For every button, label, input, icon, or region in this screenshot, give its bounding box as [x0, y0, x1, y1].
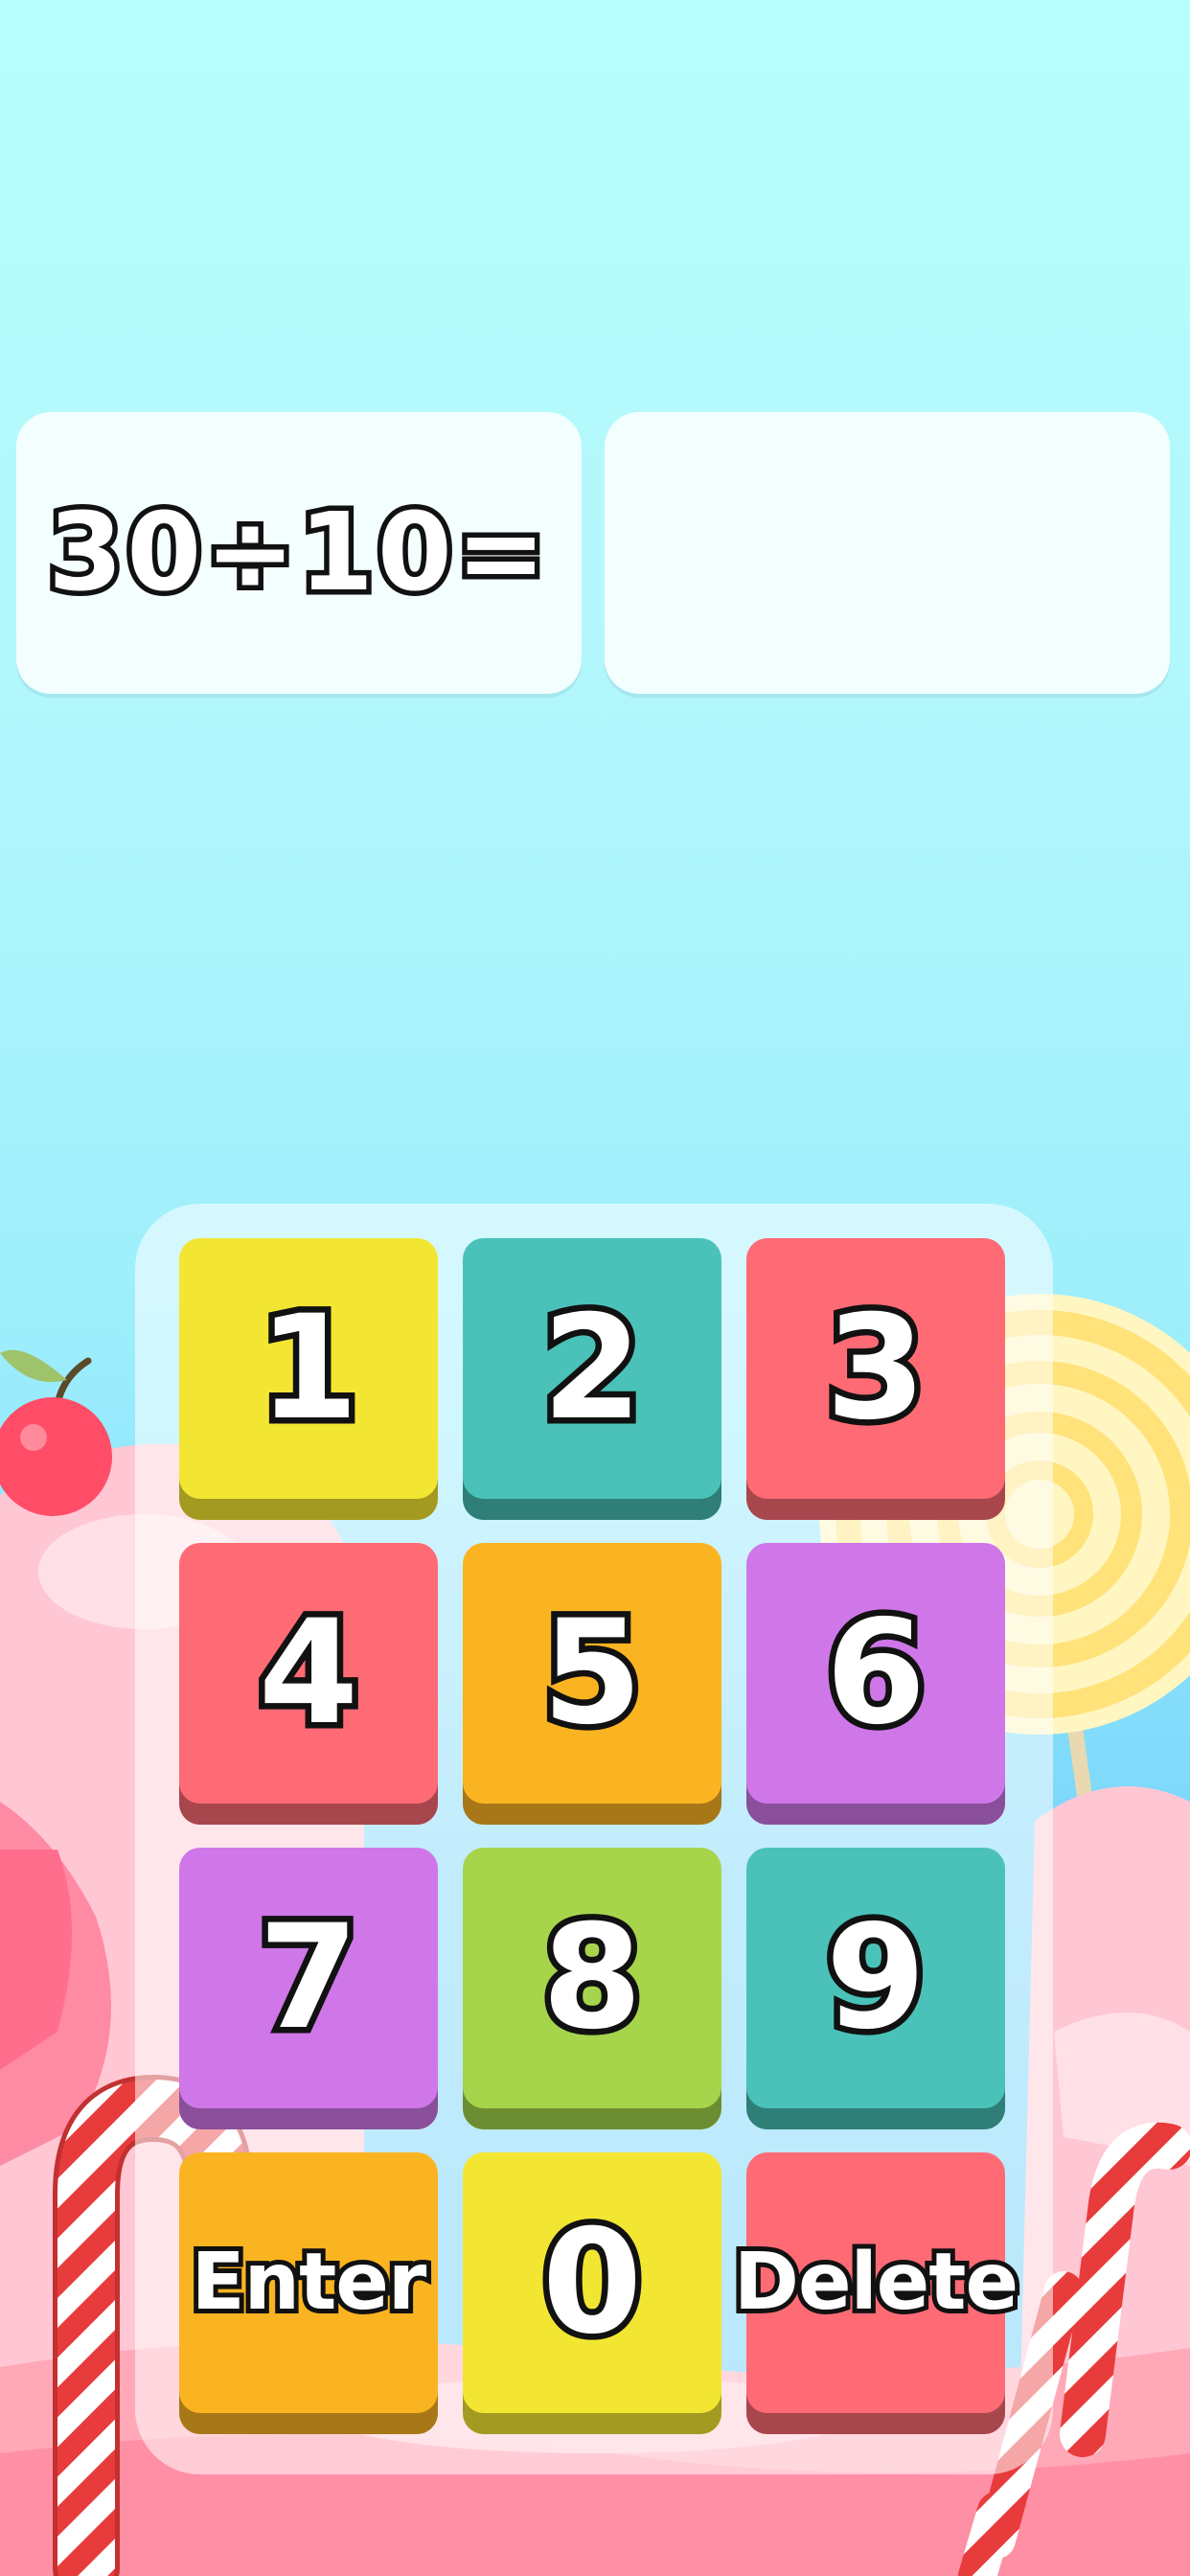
key-4[interactable]: 4: [179, 1543, 438, 1825]
key-6[interactable]: 6: [746, 1543, 1005, 1825]
key-label: 7: [252, 1895, 364, 2061]
key-label: 1: [252, 1285, 364, 1452]
key-8[interactable]: 8: [463, 1848, 721, 2129]
question-card: 30÷10=: [16, 412, 582, 694]
key-label: 8: [536, 1895, 648, 2061]
key-label: 3: [819, 1285, 931, 1452]
key-label: 0: [536, 2199, 648, 2366]
cherry-icon: [0, 1349, 112, 1516]
question-text: 30÷10=: [43, 491, 551, 615]
key-label: 2: [536, 1285, 648, 1452]
key-label: 9: [819, 1895, 931, 2061]
enter-button[interactable]: Enter: [179, 2152, 438, 2434]
enter-label: Enter: [187, 2237, 432, 2328]
key-5[interactable]: 5: [463, 1543, 721, 1825]
answer-card[interactable]: [605, 412, 1170, 694]
delete-button[interactable]: Delete: [729, 2152, 1023, 2434]
key-1[interactable]: 1: [179, 1238, 438, 1520]
key-3[interactable]: 3: [746, 1238, 1005, 1520]
key-label: 6: [819, 1590, 931, 1757]
key-9[interactable]: 9: [746, 1848, 1005, 2129]
key-2[interactable]: 2: [463, 1238, 721, 1520]
key-label: 5: [536, 1590, 648, 1757]
key-label: 4: [252, 1590, 364, 1757]
delete-label: Delete: [729, 2237, 1023, 2328]
key-0[interactable]: 0: [463, 2152, 721, 2434]
key-7[interactable]: 7: [179, 1848, 438, 2129]
